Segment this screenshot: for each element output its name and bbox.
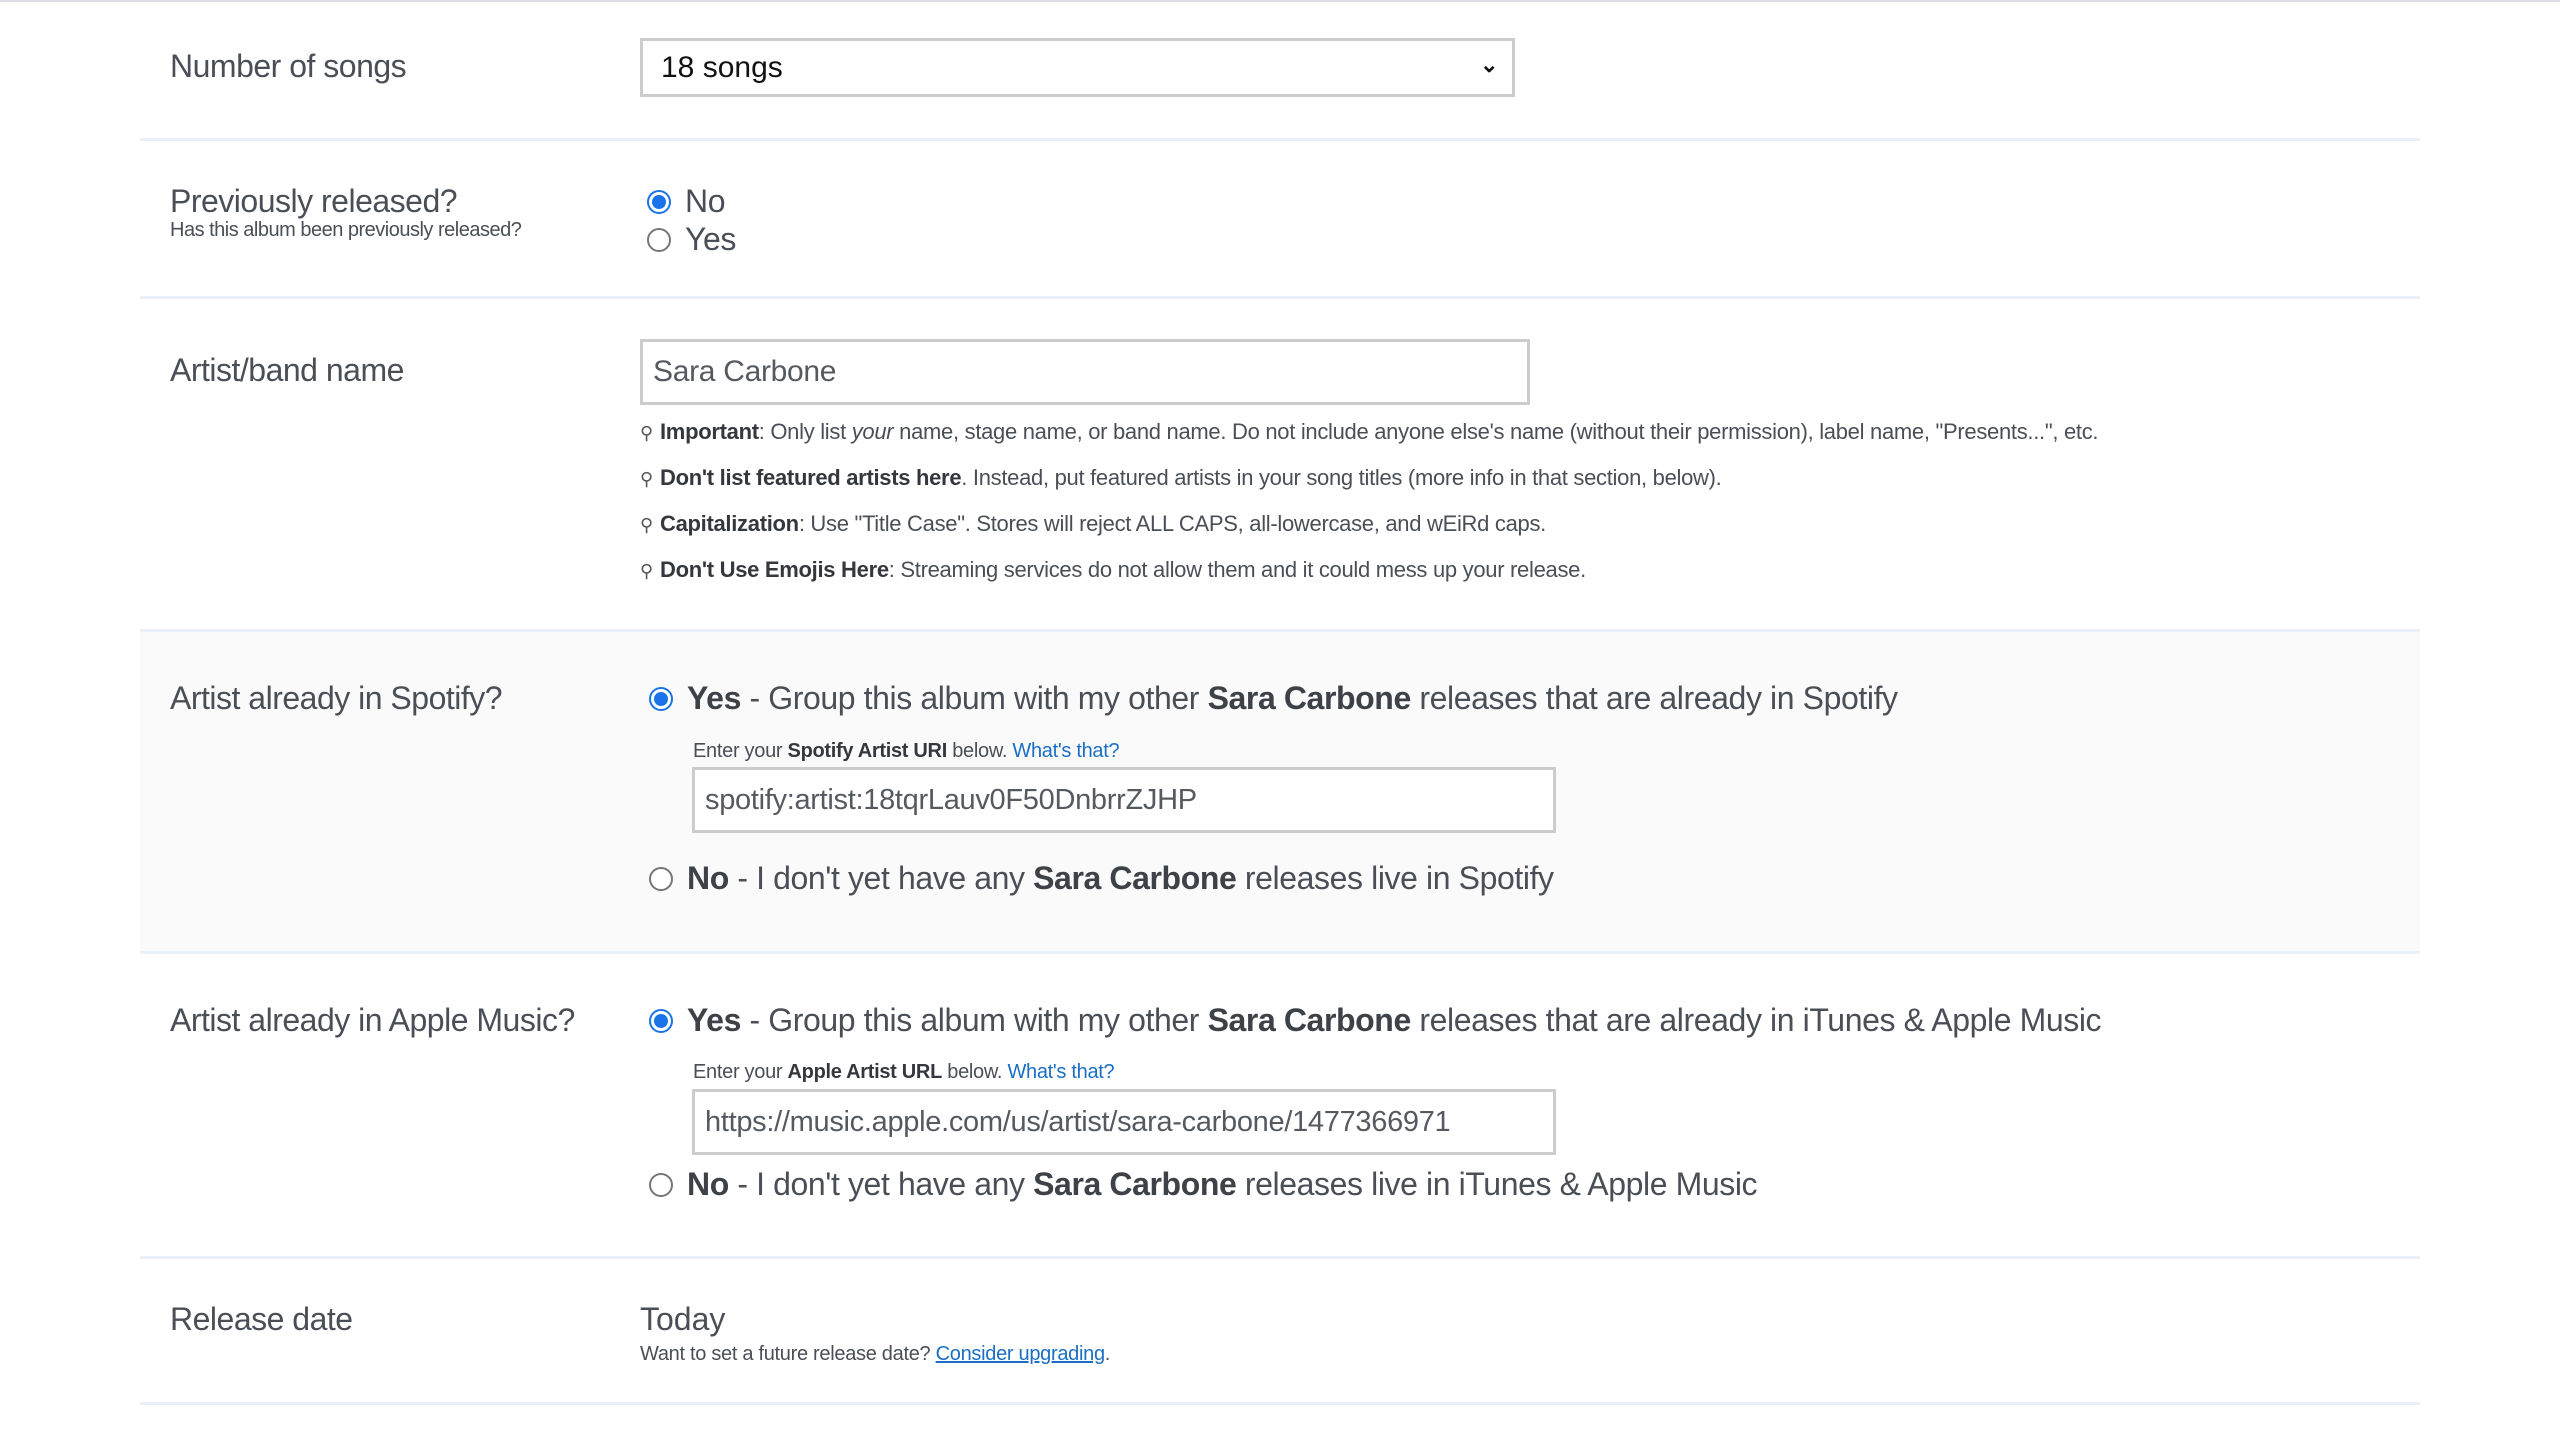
number-of-songs-select[interactable]: 18 songs ⌄ <box>640 38 1515 97</box>
tip-bold: Don't list featured artists here <box>660 465 962 490</box>
artist-name-label: Artist/band name <box>170 352 404 388</box>
hint-text: Enter your <box>693 1061 788 1083</box>
option-text: - I don't yet have any <box>728 1166 1034 1202</box>
radio-label: Yes - Group this album with my other Sar… <box>687 680 1898 717</box>
spotify-uri-hint: Enter your Spotify Artist URI below. Wha… <box>693 740 1120 763</box>
tip-emojis: ⚲ Don't Use Emojis Here: Streaming servic… <box>640 557 1586 583</box>
note-suffix: . <box>1104 1343 1111 1365</box>
option-text: - Group this album with my other <box>740 680 1208 716</box>
chevron-down-icon: ⌄ <box>1480 52 1499 77</box>
artist-name-bold: Sara Carbone <box>1207 1002 1412 1038</box>
artist-name-bold: Sara Carbone <box>1207 680 1412 716</box>
radio-label: Yes - Group this album with my other Sar… <box>687 1002 2102 1039</box>
radio-label: No - I don't yet have any Sara Carbone r… <box>687 860 1554 897</box>
tip-italic: your <box>851 419 894 444</box>
apple-music-label: Artist already in Apple Music? <box>170 1002 575 1038</box>
option-text: releases live in iTunes & Apple Music <box>1236 1166 1758 1202</box>
tip-capitalization: ⚲ Capitalization: Use "Title Case". Store… <box>640 511 1546 537</box>
tip-text: . Instead, put featured artists in your … <box>961 465 1722 490</box>
lightbulb-icon: ⚲ <box>640 423 653 443</box>
lightbulb-icon: ⚲ <box>640 469 653 489</box>
option-text: releases that are already in iTunes & Ap… <box>1410 1002 2102 1038</box>
section-spotify: Artist already in Spotify? Yes - Group t… <box>140 632 2420 954</box>
consider-upgrading-link[interactable]: Consider upgrading <box>936 1343 1105 1365</box>
option-text: releases that are already in Spotify <box>1410 680 1898 716</box>
tip-featured-artists: ⚲ Don't list featured artists here. Inste… <box>640 465 1722 491</box>
tip-text: : Use "Title Case". Stores will reject A… <box>798 511 1546 536</box>
radio-button[interactable] <box>649 866 673 891</box>
spotify-uri-input[interactable]: spotify:artist:18tqrLauv0F50DnbrrZJHP <box>692 767 1556 833</box>
option-text: - I don't yet have any <box>728 860 1034 896</box>
radio-label: No - I don't yet have any Sara Carbone r… <box>687 1166 1758 1203</box>
tip-text: : Only list <box>758 419 852 444</box>
section-artist-name: Artist/band name Sara Carbone ⚲ Important… <box>140 299 2420 632</box>
number-of-songs-label: Number of songs <box>170 48 407 84</box>
apple-url-hint: Enter your Apple Artist URL below. What'… <box>693 1061 1115 1084</box>
artist-name-bold: Sara Carbone <box>1033 860 1237 896</box>
tip-bold: Important <box>660 419 759 444</box>
tip-text: : Streaming services do not allow them a… <box>888 557 1586 582</box>
radio-button-checked[interactable] <box>647 189 671 214</box>
apple-url-input[interactable]: https://music.apple.com/us/artist/sara-c… <box>692 1089 1556 1155</box>
apple-url-value: https://music.apple.com/us/artist/sara-c… <box>705 1105 1451 1138</box>
section-number-of-songs: Number of songs 18 songs ⌄ <box>140 0 2420 141</box>
release-date-label: Release date <box>170 1301 353 1337</box>
hint-text: below. <box>942 1061 1008 1083</box>
radio-apple-yes[interactable]: Yes - Group this album with my other Sar… <box>649 1002 2102 1039</box>
hint-bold: Spotify Artist URI <box>787 740 948 762</box>
lightbulb-icon: ⚲ <box>640 561 653 581</box>
radio-previously-released-yes[interactable]: Yes <box>647 221 736 258</box>
tip-bold: Don't Use Emojis Here <box>660 557 889 582</box>
note-text: Want to set a future release date? <box>640 1343 936 1365</box>
previously-released-sublabel: Has this album been previously released? <box>170 219 522 241</box>
release-date-value: Today <box>640 1301 726 1337</box>
radio-spotify-no[interactable]: No - I don't yet have any Sara Carbone r… <box>649 860 1554 897</box>
hint-text: Enter your <box>693 740 788 762</box>
option-text: releases live in Spotify <box>1236 860 1554 896</box>
whats-that-link[interactable]: What's that? <box>1012 740 1119 762</box>
option-bold: Yes <box>687 1002 741 1038</box>
radio-apple-no[interactable]: No - I don't yet have any Sara Carbone r… <box>649 1166 1758 1203</box>
lightbulb-icon: ⚲ <box>640 515 653 535</box>
hint-bold: Apple Artist URL <box>787 1061 943 1083</box>
radio-button[interactable] <box>647 227 671 252</box>
release-date-note: Want to set a future release date? Consi… <box>640 1343 1110 1366</box>
section-previously-released: Previously released? Has this album been… <box>140 141 2420 299</box>
option-bold: Yes <box>687 680 741 716</box>
radio-button-checked[interactable] <box>649 686 673 711</box>
previously-released-label: Previously released? <box>170 183 458 219</box>
artist-name-value: Sara Carbone <box>653 355 837 388</box>
option-bold: No <box>687 1166 729 1202</box>
artist-name-bold: Sara Carbone <box>1033 1166 1237 1202</box>
radio-spotify-yes[interactable]: Yes - Group this album with my other Sar… <box>649 680 1898 717</box>
number-of-songs-selected: 18 songs <box>661 50 783 84</box>
whats-that-link[interactable]: What's that? <box>1007 1061 1114 1083</box>
hint-text: below. <box>946 740 1013 762</box>
spotify-uri-value: spotify:artist:18tqrLauv0F50DnbrrZJHP <box>705 783 1197 816</box>
radio-label: No <box>685 183 726 219</box>
section-apple-music: Artist already in Apple Music? Yes - Gro… <box>140 954 2420 1259</box>
tip-bold: Capitalization <box>660 511 799 536</box>
radio-previously-released-no[interactable]: No <box>647 183 726 220</box>
option-bold: No <box>687 860 729 896</box>
artist-name-input[interactable]: Sara Carbone <box>640 339 1530 405</box>
spotify-label: Artist already in Spotify? <box>170 680 503 716</box>
tip-important: ⚲ Important: Only list your name, stage n… <box>640 419 2099 445</box>
option-text: - Group this album with my other <box>740 1002 1208 1038</box>
tip-text: name, stage name, or band name. Do not i… <box>893 419 2099 444</box>
radio-button-checked[interactable] <box>649 1008 673 1033</box>
radio-button[interactable] <box>649 1172 673 1197</box>
section-release-date: Release date Today Want to set a future … <box>140 1259 2420 1405</box>
radio-label: Yes <box>685 221 737 257</box>
